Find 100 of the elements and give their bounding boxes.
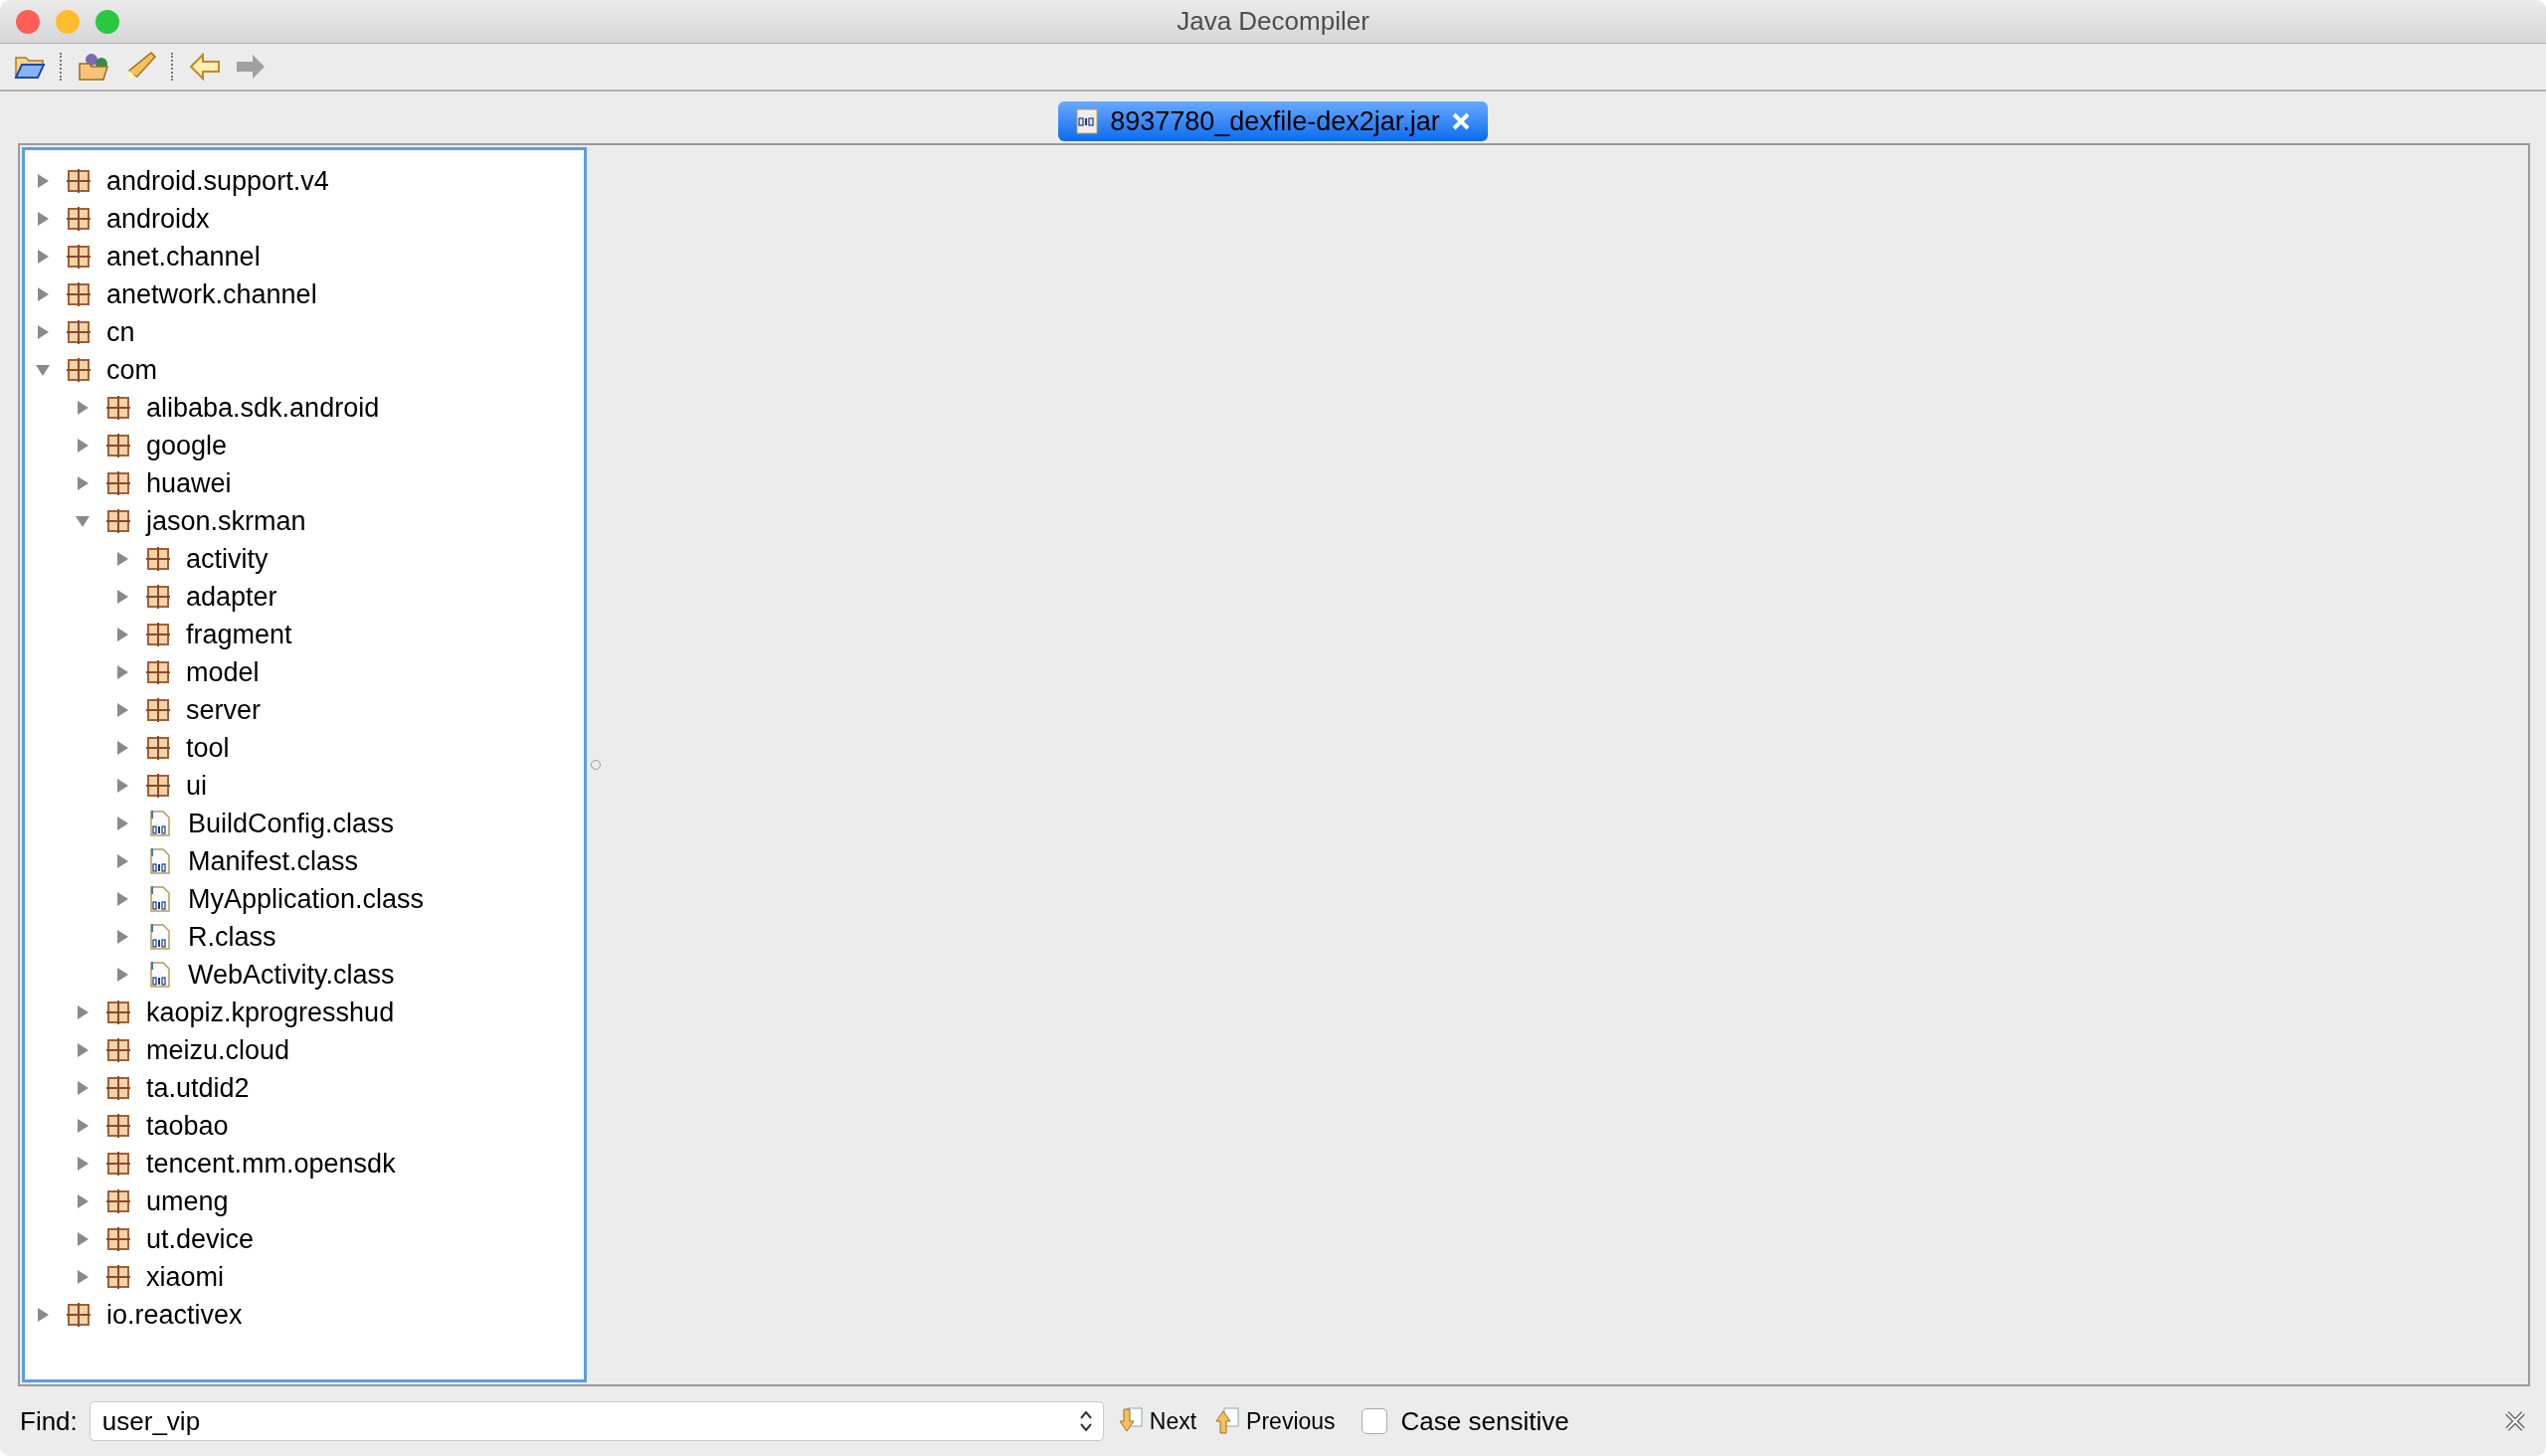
tree-item[interactable]: ui xyxy=(186,770,207,802)
tree-item[interactable]: R.class xyxy=(188,921,276,953)
package-icon xyxy=(106,1227,130,1251)
expand-arrow-icon[interactable] xyxy=(114,589,130,605)
tree-item[interactable]: androidx xyxy=(106,203,210,235)
expand-arrow-icon[interactable] xyxy=(75,475,91,491)
expand-arrow-icon[interactable] xyxy=(114,740,130,756)
tree-item[interactable]: tencent.mm.opensdk xyxy=(146,1148,396,1180)
expand-arrow-icon[interactable] xyxy=(75,1156,91,1172)
tree-item[interactable]: Manifest.class xyxy=(188,845,359,877)
back-arrow-icon[interactable] xyxy=(189,53,221,81)
package-icon xyxy=(106,1152,130,1176)
package-icon xyxy=(146,547,170,571)
expand-arrow-icon[interactable] xyxy=(35,286,51,302)
expand-arrow-icon[interactable] xyxy=(75,1118,91,1134)
expand-arrow-icon[interactable] xyxy=(114,816,130,831)
tree-item[interactable]: anet.channel xyxy=(106,241,261,273)
tree-item[interactable]: umeng xyxy=(146,1185,229,1217)
case-sensitive-label: Case sensitive xyxy=(1400,1405,1569,1437)
tree-item[interactable]: kaopiz.kprogresshud xyxy=(146,997,395,1028)
package-icon xyxy=(146,660,170,684)
package-icon xyxy=(67,358,91,382)
expand-arrow-icon[interactable] xyxy=(35,173,51,189)
window-title: Java Decompiler xyxy=(1177,6,1369,37)
expand-arrow-icon[interactable] xyxy=(114,891,130,907)
tree-item[interactable]: WebActivity.class xyxy=(188,959,395,991)
close-button[interactable] xyxy=(16,10,40,34)
split-handle[interactable] xyxy=(591,760,601,770)
tree-item[interactable]: taobao xyxy=(146,1110,229,1142)
tree-item[interactable]: cn xyxy=(106,316,135,348)
open-folder-icon[interactable] xyxy=(14,54,46,80)
tree-item[interactable]: server xyxy=(186,694,261,726)
tree-item[interactable]: ta.utdid2 xyxy=(146,1072,250,1104)
tree-item[interactable]: fragment xyxy=(186,619,292,650)
tree-item[interactable]: huawei xyxy=(146,467,232,499)
package-icon xyxy=(106,1265,130,1289)
expand-arrow-icon[interactable] xyxy=(114,778,130,794)
tree-item[interactable]: model xyxy=(186,656,260,688)
tree-item[interactable]: alibaba.sdk.android xyxy=(146,392,380,424)
package-icon xyxy=(106,1114,130,1138)
tree-item[interactable]: tool xyxy=(186,732,230,764)
expand-arrow-icon[interactable] xyxy=(35,249,51,265)
expand-arrow-icon[interactable] xyxy=(35,1307,51,1323)
pen-icon[interactable] xyxy=(125,51,157,83)
package-icon xyxy=(146,585,170,609)
find-field[interactable]: user_vip xyxy=(89,1401,1104,1441)
tree-item[interactable]: com xyxy=(106,354,157,386)
tree-item[interactable]: jason.skrman xyxy=(146,505,306,537)
collapse-arrow-icon[interactable] xyxy=(75,513,91,529)
package-icon xyxy=(146,698,170,722)
expand-arrow-icon[interactable] xyxy=(75,400,91,416)
expand-arrow-icon[interactable] xyxy=(75,1080,91,1096)
up-arrow-icon xyxy=(1216,1407,1241,1435)
forward-arrow-icon[interactable] xyxy=(235,53,267,81)
expand-arrow-icon[interactable] xyxy=(114,664,130,680)
package-icon xyxy=(67,320,91,344)
zoom-button[interactable] xyxy=(95,10,119,34)
expand-arrow-icon[interactable] xyxy=(75,1004,91,1020)
collapse-arrow-icon[interactable] xyxy=(35,362,51,378)
tree-item[interactable]: activity xyxy=(186,543,269,575)
tree-item[interactable]: google xyxy=(146,430,228,461)
package-icon xyxy=(67,207,91,231)
tree-item[interactable]: io.reactivex xyxy=(106,1299,243,1331)
package-icon xyxy=(106,1189,130,1213)
expand-arrow-icon[interactable] xyxy=(114,929,130,945)
package-icon xyxy=(67,245,91,269)
expand-arrow-icon[interactable] xyxy=(75,1231,91,1247)
case-sensitive-checkbox[interactable] xyxy=(1361,1408,1387,1434)
expand-arrow-icon[interactable] xyxy=(114,967,130,983)
expand-arrow-icon[interactable] xyxy=(75,1042,91,1058)
tree-item[interactable]: meizu.cloud xyxy=(146,1034,290,1066)
expand-arrow-icon[interactable] xyxy=(75,1269,91,1285)
package-icon xyxy=(67,1303,91,1327)
file-tab[interactable]: 8937780_dexfile-dex2jar.jar xyxy=(1058,101,1488,141)
package-icon xyxy=(146,736,170,760)
package-icon xyxy=(106,1001,130,1024)
tree-item[interactable]: MyApplication.class xyxy=(188,883,425,915)
close-icon[interactable] xyxy=(2504,1410,2526,1432)
expand-arrow-icon[interactable] xyxy=(114,853,130,869)
tree-item[interactable]: xiaomi xyxy=(146,1261,225,1293)
next-button[interactable]: Next xyxy=(1115,1407,1201,1435)
tree-item[interactable]: android.support.v4 xyxy=(106,165,329,197)
tree-item[interactable]: adapter xyxy=(186,581,277,613)
expand-arrow-icon[interactable] xyxy=(114,551,130,567)
expand-arrow-icon[interactable] xyxy=(75,1193,91,1209)
find-label: Find: xyxy=(20,1405,78,1437)
expand-arrow-icon[interactable] xyxy=(114,627,130,642)
stepper-icon[interactable] xyxy=(1078,1409,1093,1433)
expand-arrow-icon[interactable] xyxy=(35,211,51,227)
find-input[interactable]: user_vip xyxy=(99,1404,1079,1438)
expand-arrow-icon[interactable] xyxy=(35,324,51,340)
previous-button[interactable]: Previous xyxy=(1212,1407,1340,1435)
package-icon xyxy=(146,774,170,798)
open-type-icon[interactable] xyxy=(78,52,111,82)
tree-item[interactable]: ut.device xyxy=(146,1223,255,1255)
expand-arrow-icon[interactable] xyxy=(75,438,91,454)
tree-item[interactable]: anetwork.channel xyxy=(106,278,317,310)
tree-item[interactable]: BuildConfig.class xyxy=(188,808,395,839)
jar-file-icon xyxy=(1076,108,1099,134)
expand-arrow-icon[interactable] xyxy=(114,702,130,718)
